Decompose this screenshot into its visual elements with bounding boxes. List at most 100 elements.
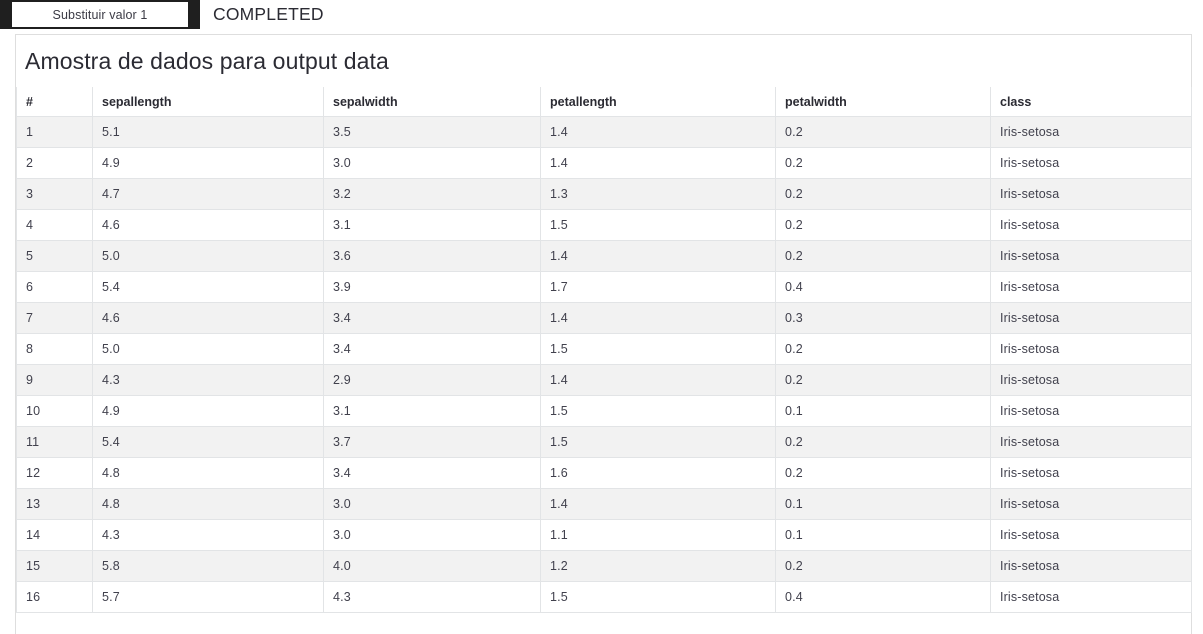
cell-index: 13 — [16, 488, 93, 520]
cell-class: Iris-setosa — [990, 488, 1192, 520]
cell-index: 6 — [16, 271, 93, 303]
table-row[interactable]: 14 4.3 3.0 1.1 0.1 Iris-setosa — [16, 519, 1192, 551]
top-status-bar: Substituir valor 1 COMPLETED — [0, 0, 1203, 32]
cell-class: Iris-setosa — [990, 426, 1192, 458]
cell-index: 12 — [16, 457, 93, 489]
cell-index: 16 — [16, 581, 93, 613]
table-row[interactable]: 6 5.4 3.9 1.7 0.4 Iris-setosa — [16, 271, 1192, 303]
cell-index: 3 — [16, 178, 93, 210]
table-row[interactable]: 10 4.9 3.1 1.5 0.1 Iris-setosa — [16, 395, 1192, 427]
cell-sepallength: 5.1 — [92, 116, 324, 148]
cell-petalwidth: 0.4 — [775, 581, 991, 613]
table-row[interactable]: 3 4.7 3.2 1.3 0.2 Iris-setosa — [16, 178, 1192, 210]
module-tab-label: Substituir valor 1 — [52, 7, 148, 22]
table-row[interactable]: 16 5.7 4.3 1.5 0.4 Iris-setosa — [16, 581, 1192, 613]
cell-class: Iris-setosa — [990, 240, 1192, 272]
cell-index: 7 — [16, 302, 93, 334]
table-row[interactable]: 13 4.8 3.0 1.4 0.1 Iris-setosa — [16, 488, 1192, 520]
cell-sepalwidth: 3.7 — [323, 426, 541, 458]
table-row[interactable]: 7 4.6 3.4 1.4 0.3 Iris-setosa — [16, 302, 1192, 334]
table-row[interactable]: 15 5.8 4.0 1.2 0.2 Iris-setosa — [16, 550, 1192, 582]
table-body: 1 5.1 3.5 1.4 0.2 Iris-setosa 2 4.9 3.0 1.4 0.2 Iri… — [16, 116, 1192, 613]
cell-sepalwidth: 3.0 — [323, 147, 541, 179]
cell-petalwidth: 0.4 — [775, 271, 991, 303]
module-tab-substituir-valor-1[interactable]: Substituir valor 1 — [0, 0, 200, 29]
output-data-card: Amostra de dados para output data # sepal… — [15, 34, 1192, 634]
cell-sepalwidth: 4.3 — [323, 581, 541, 613]
run-status-label: COMPLETED — [213, 4, 324, 24]
cell-sepallength: 5.8 — [92, 550, 324, 582]
column-header-sepallength[interactable]: sepallength — [92, 87, 324, 117]
cell-petalwidth: 0.2 — [775, 178, 991, 210]
cell-sepallength: 4.8 — [92, 488, 324, 520]
cell-sepallength: 4.9 — [92, 147, 324, 179]
cell-class: Iris-setosa — [990, 116, 1192, 148]
cell-sepallength: 5.0 — [92, 240, 324, 272]
cell-sepalwidth: 3.9 — [323, 271, 541, 303]
cell-petallength: 1.5 — [540, 581, 776, 613]
cell-index: 15 — [16, 550, 93, 582]
cell-petalwidth: 0.1 — [775, 519, 991, 551]
cell-sepalwidth: 3.4 — [323, 333, 541, 365]
cell-sepallength: 5.7 — [92, 581, 324, 613]
cell-sepalwidth: 3.0 — [323, 488, 541, 520]
cell-petalwidth: 0.2 — [775, 240, 991, 272]
cell-petalwidth: 0.2 — [775, 147, 991, 179]
column-header-sepalwidth[interactable]: sepalwidth — [323, 87, 541, 117]
sample-data-table: # sepallength sepalwidth petallength petalwi… — [16, 87, 1192, 613]
table-row[interactable]: 2 4.9 3.0 1.4 0.2 Iris-setosa — [16, 147, 1192, 179]
cell-index: 11 — [16, 426, 93, 458]
cell-index: 4 — [16, 209, 93, 241]
table-row[interactable]: 4 4.6 3.1 1.5 0.2 Iris-setosa — [16, 209, 1192, 241]
cell-index: 10 — [16, 395, 93, 427]
column-header-petalwidth[interactable]: petalwidth — [775, 87, 991, 117]
column-header-class[interactable]: class — [990, 87, 1192, 117]
cell-petallength: 1.5 — [540, 395, 776, 427]
cell-class: Iris-setosa — [990, 302, 1192, 334]
table-row[interactable]: 9 4.3 2.9 1.4 0.2 Iris-setosa — [16, 364, 1192, 396]
column-header-index[interactable]: # — [16, 87, 93, 117]
cell-sepalwidth: 3.2 — [323, 178, 541, 210]
table-row[interactable]: 12 4.8 3.4 1.6 0.2 Iris-setosa — [16, 457, 1192, 489]
column-header-petallength[interactable]: petallength — [540, 87, 776, 117]
cell-sepalwidth: 3.6 — [323, 240, 541, 272]
cell-sepallength: 4.6 — [92, 302, 324, 334]
cell-petallength: 1.4 — [540, 147, 776, 179]
cell-class: Iris-setosa — [990, 271, 1192, 303]
cell-class: Iris-setosa — [990, 519, 1192, 551]
cell-index: 5 — [16, 240, 93, 272]
table-header: # sepallength sepalwidth petallength petalwi… — [16, 87, 1192, 117]
cell-sepallength: 4.6 — [92, 209, 324, 241]
cell-petalwidth: 0.1 — [775, 395, 991, 427]
cell-class: Iris-setosa — [990, 457, 1192, 489]
cell-index: 9 — [16, 364, 93, 396]
cell-petallength: 1.3 — [540, 178, 776, 210]
cell-class: Iris-setosa — [990, 581, 1192, 613]
cell-sepallength: 5.4 — [92, 271, 324, 303]
table-row[interactable]: 1 5.1 3.5 1.4 0.2 Iris-setosa — [16, 116, 1192, 148]
cell-class: Iris-setosa — [990, 178, 1192, 210]
cell-sepalwidth: 4.0 — [323, 550, 541, 582]
cell-petalwidth: 0.2 — [775, 364, 991, 396]
cell-class: Iris-setosa — [990, 209, 1192, 241]
cell-class: Iris-setosa — [990, 333, 1192, 365]
cell-class: Iris-setosa — [990, 364, 1192, 396]
cell-petallength: 1.4 — [540, 240, 776, 272]
table-row[interactable]: 8 5.0 3.4 1.5 0.2 Iris-setosa — [16, 333, 1192, 365]
cell-petalwidth: 0.1 — [775, 488, 991, 520]
page-title: Amostra de dados para output data — [25, 48, 389, 74]
cell-sepallength: 4.7 — [92, 178, 324, 210]
cell-petalwidth: 0.2 — [775, 209, 991, 241]
cell-index: 1 — [16, 116, 93, 148]
cell-index: 14 — [16, 519, 93, 551]
table-row[interactable]: 11 5.4 3.7 1.5 0.2 Iris-setosa — [16, 426, 1192, 458]
cell-sepallength: 4.8 — [92, 457, 324, 489]
cell-index: 2 — [16, 147, 93, 179]
cell-petallength: 1.4 — [540, 488, 776, 520]
cell-petallength: 1.1 — [540, 519, 776, 551]
table-row[interactable]: 5 5.0 3.6 1.4 0.2 Iris-setosa — [16, 240, 1192, 272]
cell-petallength: 1.5 — [540, 333, 776, 365]
cell-petalwidth: 0.2 — [775, 457, 991, 489]
cell-petallength: 1.2 — [540, 550, 776, 582]
cell-sepalwidth: 2.9 — [323, 364, 541, 396]
